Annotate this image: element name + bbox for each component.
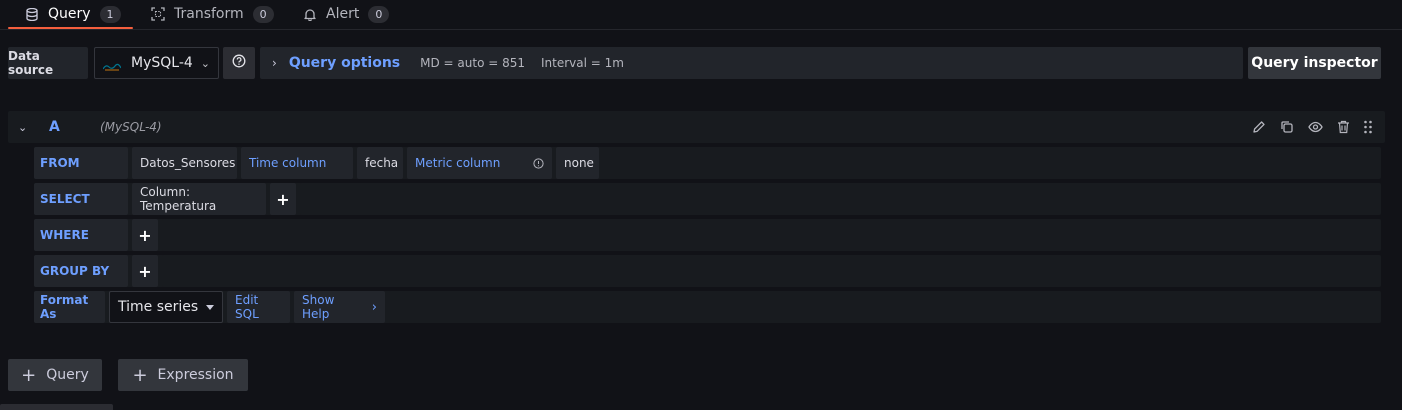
interval-value: Interval = 1m: [541, 56, 624, 70]
database-icon: [24, 6, 40, 22]
plus-icon: +: [132, 364, 148, 386]
add-expression-label: Expression: [157, 367, 234, 383]
duplicate-icon[interactable]: [1279, 119, 1295, 135]
tabs-divider: [0, 29, 1402, 30]
tab-label: Alert: [326, 6, 360, 22]
format-row-filler: [389, 291, 1381, 323]
query-options-title: Query options: [288, 55, 401, 71]
add-group-by-button[interactable]: +: [132, 255, 158, 287]
data-source-label: Data source: [8, 47, 88, 79]
query-name[interactable]: A: [49, 119, 60, 135]
edit-sql-button[interactable]: Edit SQL: [227, 291, 290, 323]
query-options-toggle[interactable]: › Query options MD = auto = 851 Interval…: [260, 47, 1243, 79]
format-as-keyword: Format As: [34, 291, 105, 323]
question-circle-icon: [232, 54, 246, 72]
edit-pencil-icon[interactable]: [1251, 119, 1267, 135]
add-where-button[interactable]: +: [132, 219, 158, 251]
collapse-chevron-icon[interactable]: ⌄: [18, 119, 32, 135]
data-source-value: MySQL-4: [131, 55, 193, 71]
show-help-button[interactable]: Show Help ›: [294, 291, 385, 323]
select-row-filler: [300, 183, 1381, 215]
tab-count-badge: 0: [368, 5, 390, 23]
tab-transform[interactable]: Transform 0: [150, 0, 274, 28]
query-datasource-name: (MySQL-4): [100, 120, 162, 134]
tab-label: Transform: [174, 6, 244, 22]
metric-column-label: Metric column: [407, 147, 552, 179]
plus-icon: +: [21, 364, 37, 386]
format-as-value: Time series: [118, 299, 199, 315]
show-help-label: Show Help: [302, 293, 335, 321]
metric-column-text: Metric column: [415, 156, 501, 170]
select-keyword: SELECT: [34, 183, 128, 215]
add-expression-button[interactable]: + Expression: [118, 359, 248, 391]
metric-column-selector[interactable]: none: [556, 147, 599, 179]
transform-icon: [150, 6, 166, 22]
add-select-button[interactable]: +: [270, 183, 296, 215]
add-query-button[interactable]: + Query: [8, 359, 102, 391]
eye-icon[interactable]: [1307, 119, 1323, 135]
info-circle-icon[interactable]: [533, 157, 544, 169]
format-as-select[interactable]: Time series: [109, 291, 223, 323]
chevron-right-icon: ›: [272, 56, 277, 70]
query-inspector-button[interactable]: Query inspector: [1248, 47, 1381, 79]
tab-query[interactable]: Query 1: [24, 0, 121, 28]
mysql-logo-icon: [102, 59, 122, 71]
tab-count-badge: 0: [252, 5, 274, 23]
tab-count-badge: 1: [99, 5, 121, 23]
caret-down-icon: [206, 304, 214, 310]
add-query-label: Query: [46, 367, 89, 383]
select-column-segment[interactable]: Column: Temperatura: [132, 183, 266, 215]
where-keyword: WHERE: [34, 219, 128, 251]
max-data-points: MD = auto = 851: [420, 56, 526, 70]
group-by-row-filler: [162, 255, 1381, 287]
where-row-filler: [162, 219, 1381, 251]
tab-label: Query: [48, 6, 91, 22]
from-keyword: FROM: [34, 147, 128, 179]
trash-icon[interactable]: [1335, 119, 1351, 135]
table-selector[interactable]: Datos_Sensores: [132, 147, 237, 179]
data-source-picker[interactable]: MySQL-4 ⌄: [94, 47, 219, 79]
group-by-keyword: GROUP BY: [34, 255, 128, 287]
partially-visible-element: [0, 404, 113, 410]
tab-alert[interactable]: Alert 0: [302, 0, 390, 28]
drag-handle-icon[interactable]: [1360, 119, 1376, 135]
chevron-down-icon: ⌄: [200, 56, 210, 70]
time-column-selector[interactable]: fecha: [357, 147, 403, 179]
time-column-label: Time column: [241, 147, 353, 179]
chevron-right-icon: ›: [371, 299, 377, 315]
data-source-help-button[interactable]: [223, 47, 255, 79]
query-row-header: [8, 111, 1385, 143]
bell-icon: [302, 6, 318, 22]
